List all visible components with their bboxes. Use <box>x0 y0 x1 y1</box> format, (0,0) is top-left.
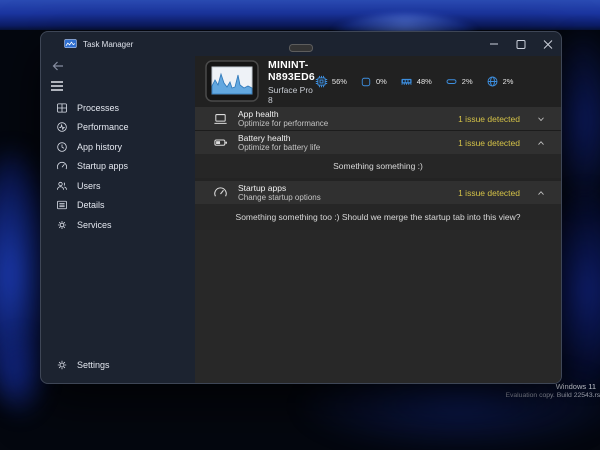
gpu-stat: 0% <box>360 76 387 88</box>
battery-icon <box>213 135 228 150</box>
watermark-os-line: Windows 11 <box>556 382 596 391</box>
cpu-usage: 56% <box>332 77 347 86</box>
details-icon <box>56 199 68 211</box>
maximize-icon <box>515 39 527 50</box>
back-button[interactable] <box>51 59 69 72</box>
resource-stats: 56% 0% <box>315 75 514 88</box>
device-name: MININT-N893ED6 <box>268 59 315 83</box>
chevron-up-icon[interactable] <box>536 188 546 198</box>
cpu-icon <box>315 75 328 88</box>
content-empty-area <box>195 230 561 383</box>
window-body: Processes Performance App history <box>41 56 561 383</box>
sidebar-nav: Processes Performance App history <box>41 98 195 235</box>
section-subtitle: Optimize for battery life <box>238 143 320 152</box>
network-globe-icon <box>486 75 499 88</box>
device-info: MININT-N893ED6 Surface Pro 8 <box>268 59 315 105</box>
section-text: Battery health Optimize for battery life <box>238 133 320 152</box>
watermark-build-line: Evaluation copy. Build 22543.rs_pr <box>505 391 600 400</box>
users-icon <box>56 180 68 192</box>
disk-stat: 2% <box>445 75 473 88</box>
health-overview-page: MININT-N893ED6 Surface Pro 8 56% <box>195 56 561 383</box>
section-title: Battery health <box>238 133 320 143</box>
performance-icon <box>56 121 68 133</box>
memory-stat: 48% <box>400 75 432 88</box>
section-title: Startup apps <box>238 183 321 193</box>
minimize-icon <box>488 39 500 49</box>
sidebar-item-label: Users <box>77 181 101 191</box>
sidebar-item-label: Settings <box>77 360 110 370</box>
device-performance-thumbnail <box>205 60 259 102</box>
titlebar-left: Task Manager <box>41 39 133 49</box>
nav-menu-button[interactable] <box>50 79 68 92</box>
settings-gear-icon <box>56 359 68 371</box>
issue-status-badge: 1 issue detected <box>458 114 520 124</box>
network-stat: 2% <box>486 75 514 88</box>
sidebar: Processes Performance App history <box>41 56 195 383</box>
window-controls <box>480 32 561 56</box>
app-health-row[interactable]: App health Optimize for performance 1 is… <box>195 107 561 130</box>
section-subtitle: Change startup options <box>238 193 321 202</box>
startup-apps-detail-text: Something something too :) Should we mer… <box>236 212 521 222</box>
sidebar-item-app-history[interactable]: App history <box>45 137 191 157</box>
sidebar-item-label: Details <box>77 200 105 210</box>
device-header: MININT-N893ED6 Surface Pro 8 56% <box>195 56 561 107</box>
network-usage: 2% <box>503 77 514 86</box>
gpu-usage: 0% <box>376 77 387 86</box>
sidebar-item-label: Performance <box>77 122 129 132</box>
battery-health-detail-text: Something something :) <box>333 161 423 171</box>
battery-health-row[interactable]: Battery health Optimize for battery life… <box>195 131 561 154</box>
sidebar-item-settings[interactable]: Settings <box>45 356 191 376</box>
close-button[interactable] <box>534 32 561 56</box>
titlebar: Task Manager <box>41 32 561 56</box>
startup-apps-details: Something something too :) Should we mer… <box>195 204 561 230</box>
desktop: { "desktop": { "watermark_line1": "Windo… <box>0 0 600 403</box>
window-title: Task Manager <box>83 40 133 49</box>
issue-status-badge: 1 issue detected <box>458 138 520 148</box>
sidebar-item-users[interactable]: Users <box>45 176 191 196</box>
sidebar-item-label: Services <box>77 220 112 230</box>
sidebar-item-startup-apps[interactable]: Startup apps <box>45 157 191 177</box>
sidebar-item-label: Processes <box>77 103 119 113</box>
cpu-stat: 56% <box>315 75 347 88</box>
section-title: App health <box>238 109 328 119</box>
task-manager-app-icon <box>64 39 77 49</box>
memory-icon <box>400 75 413 88</box>
task-manager-window: Task Manager <box>40 31 562 384</box>
hamburger-icon <box>50 80 64 92</box>
app-history-icon <box>56 141 68 153</box>
processes-icon <box>56 102 68 114</box>
sidebar-item-details[interactable]: Details <box>45 196 191 216</box>
evaluation-watermark: Windows 11 Evaluation copy. Build 22543.… <box>556 382 596 391</box>
device-model: Surface Pro 8 <box>268 85 315 105</box>
laptop-icon <box>213 111 228 126</box>
services-icon <box>56 219 68 231</box>
maximize-button[interactable] <box>507 32 534 56</box>
minimize-button[interactable] <box>480 32 507 56</box>
sidebar-item-performance[interactable]: Performance <box>45 118 191 138</box>
startup-apps-icon <box>56 160 68 172</box>
battery-health-details: Something something :) <box>195 154 561 178</box>
memory-usage: 48% <box>417 77 432 86</box>
section-subtitle: Optimize for performance <box>238 119 328 128</box>
gpu-icon <box>360 76 372 88</box>
disk-icon <box>445 75 458 88</box>
wallpaper-top-band <box>0 0 600 30</box>
sidebar-item-label: App history <box>77 142 122 152</box>
sidebar-item-label: Startup apps <box>77 161 128 171</box>
startup-gauge-icon <box>213 185 228 200</box>
sidebar-item-services[interactable]: Services <box>45 215 191 235</box>
startup-apps-row[interactable]: Startup apps Change startup options 1 is… <box>195 181 561 204</box>
chevron-up-icon[interactable] <box>536 138 546 148</box>
sidebar-item-processes[interactable]: Processes <box>45 98 191 118</box>
section-text: App health Optimize for performance <box>238 109 328 128</box>
header-drag-handle[interactable] <box>289 44 313 52</box>
chevron-down-icon[interactable] <box>536 114 546 124</box>
section-text: Startup apps Change startup options <box>238 183 321 202</box>
issue-status-badge: 1 issue detected <box>458 188 520 198</box>
close-icon <box>542 39 554 50</box>
disk-usage: 2% <box>462 77 473 86</box>
back-arrow-icon <box>51 60 65 72</box>
